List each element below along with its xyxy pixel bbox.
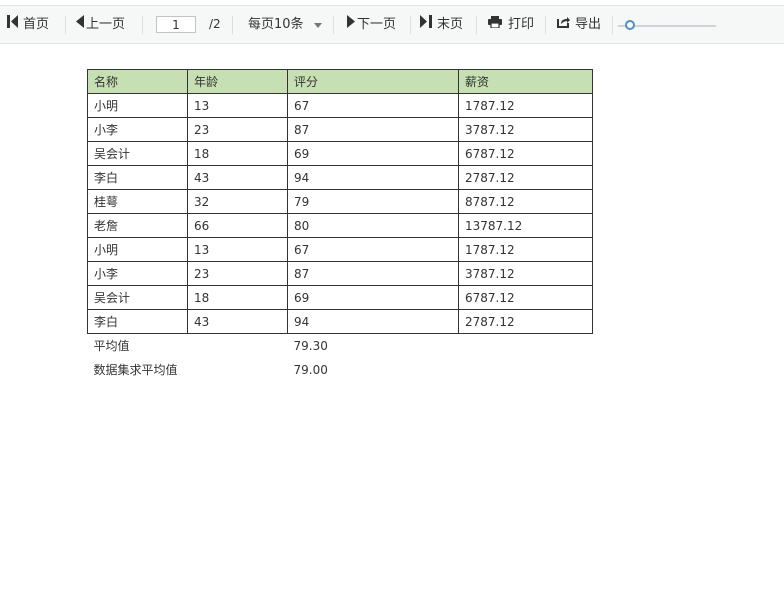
first-page-icon	[7, 6, 19, 43]
table-cell: 79	[287, 189, 459, 214]
column-header: 名称	[87, 69, 188, 94]
summary-value: 79.30	[293, 338, 328, 353]
next-page-label: 下一页	[357, 17, 397, 32]
table-cell: 桂萼	[87, 189, 188, 214]
table-row: 吴会计 18 69 6787.12	[87, 141, 593, 166]
table-row: 吴会计 18 69 6787.12	[87, 285, 593, 310]
table-cell: 13	[187, 237, 288, 262]
export-button[interactable]: 导出	[557, 6, 601, 43]
table-cell: 23	[187, 261, 288, 286]
summary-label: 平均值	[93, 339, 130, 354]
zoom-slider-thumb[interactable]	[624, 20, 635, 30]
table-cell: 8787.12	[458, 189, 593, 214]
table-row: 小李 23 87 3787.12	[87, 117, 593, 142]
table-cell: 老詹	[87, 213, 188, 238]
table-cell: 69	[287, 285, 459, 310]
table-cell: 小明	[87, 93, 188, 118]
table-cell: 32	[187, 189, 288, 214]
table-cell: 80	[287, 213, 459, 238]
toolbar-divider	[545, 16, 546, 34]
toolbar-divider	[65, 16, 66, 34]
table-cell: 小李	[87, 261, 188, 286]
last-page-label: 末页	[437, 17, 464, 32]
table-cell: 3787.12	[458, 261, 593, 286]
toolbar-divider	[410, 16, 411, 34]
printer-icon	[488, 6, 502, 43]
table-cell: 6787.12	[458, 285, 593, 310]
export-label: 导出	[575, 17, 602, 32]
table-cell: 李白	[87, 309, 188, 334]
table-row: 小明 13 67 1787.12	[87, 93, 593, 118]
toolbar-divider	[612, 16, 613, 34]
table-cell: 43	[187, 165, 288, 190]
table-cell: 94	[287, 165, 459, 190]
print-label: 打印	[508, 17, 535, 32]
toolbar-divider	[232, 16, 233, 34]
table-cell: 67	[287, 237, 459, 262]
last-page-icon	[420, 6, 432, 43]
summary-row: 平均值 79.30	[88, 334, 593, 358]
table-cell: 李白	[87, 165, 188, 190]
table-row: 李白 43 94 2787.12	[87, 309, 593, 334]
table-cell: 67	[287, 93, 459, 118]
table-cell: 吴会计	[87, 141, 188, 166]
table-cell: 94	[287, 309, 459, 334]
next-page-icon	[347, 6, 355, 43]
total-pages-text: /2	[209, 17, 221, 31]
table-row: 老詹 66 80 13787.12	[87, 213, 593, 238]
page-size-label: 每页10条	[248, 17, 304, 32]
prev-page-icon	[76, 6, 84, 43]
column-header: 年龄	[187, 69, 288, 94]
table-cell: 3787.12	[458, 117, 593, 142]
table-cell: 小明	[87, 237, 188, 262]
table-row: 桂萼 32 79 8787.12	[87, 189, 593, 214]
export-icon	[557, 6, 570, 43]
table-header-row: 名称 年龄 评分 薪资	[87, 69, 593, 94]
table-cell: 吴会计	[87, 285, 188, 310]
summary-row: 数据集求平均值 79.00	[88, 358, 593, 382]
table-cell: 87	[287, 261, 459, 286]
prev-page-label: 上一页	[86, 17, 126, 32]
table-cell: 69	[287, 141, 459, 166]
table-row: 李白 43 94 2787.12	[87, 165, 593, 190]
table-cell: 43	[187, 309, 288, 334]
table-cell: 18	[187, 285, 288, 310]
table-row: 小明 13 67 1787.12	[87, 237, 593, 262]
table-cell: 2787.12	[458, 309, 593, 334]
table-cell: 1787.12	[458, 93, 593, 118]
table-cell: 6787.12	[458, 141, 593, 166]
table-cell: 18	[187, 141, 288, 166]
table-cell: 23	[187, 117, 288, 142]
summary-value: 79.00	[293, 362, 328, 377]
page-number-input[interactable]	[156, 16, 196, 33]
prev-page-button[interactable]: 上一页	[76, 6, 125, 43]
report-toolbar: 首页 上一页 /2 每页10条 下一页 末页 打印	[0, 5, 784, 44]
summary-label: 数据集求平均值	[93, 363, 178, 377]
column-header: 评分	[287, 69, 459, 94]
next-page-button[interactable]: 下一页	[347, 6, 396, 43]
first-page-button[interactable]: 首页	[7, 6, 49, 43]
table-row: 小李 23 87 3787.12	[87, 261, 593, 286]
table-cell: 66	[187, 213, 288, 238]
table-cell: 13787.12	[458, 213, 593, 238]
table-cell: 13	[187, 93, 288, 118]
column-header: 薪资	[458, 69, 593, 94]
last-page-button[interactable]: 末页	[420, 6, 463, 43]
first-page-label: 首页	[23, 17, 50, 32]
summary-empty-cell	[459, 358, 593, 382]
toolbar-divider	[142, 16, 143, 34]
toolbar-divider	[333, 16, 334, 34]
summary-empty-cell	[459, 334, 593, 358]
table-cell: 1787.12	[458, 237, 593, 262]
chevron-down-icon	[313, 6, 322, 43]
toolbar-divider	[476, 16, 477, 34]
page-size-dropdown[interactable]: 每页10条	[248, 6, 322, 43]
table-cell: 87	[287, 117, 459, 142]
print-button[interactable]: 打印	[488, 6, 534, 43]
table-cell: 2787.12	[458, 165, 593, 190]
table-cell: 小李	[87, 117, 188, 142]
data-table: 名称 年龄 评分 薪资 小明 13 67 1787.12 小李 23 87 3787.12 吴会计 18 6…	[87, 69, 593, 382]
